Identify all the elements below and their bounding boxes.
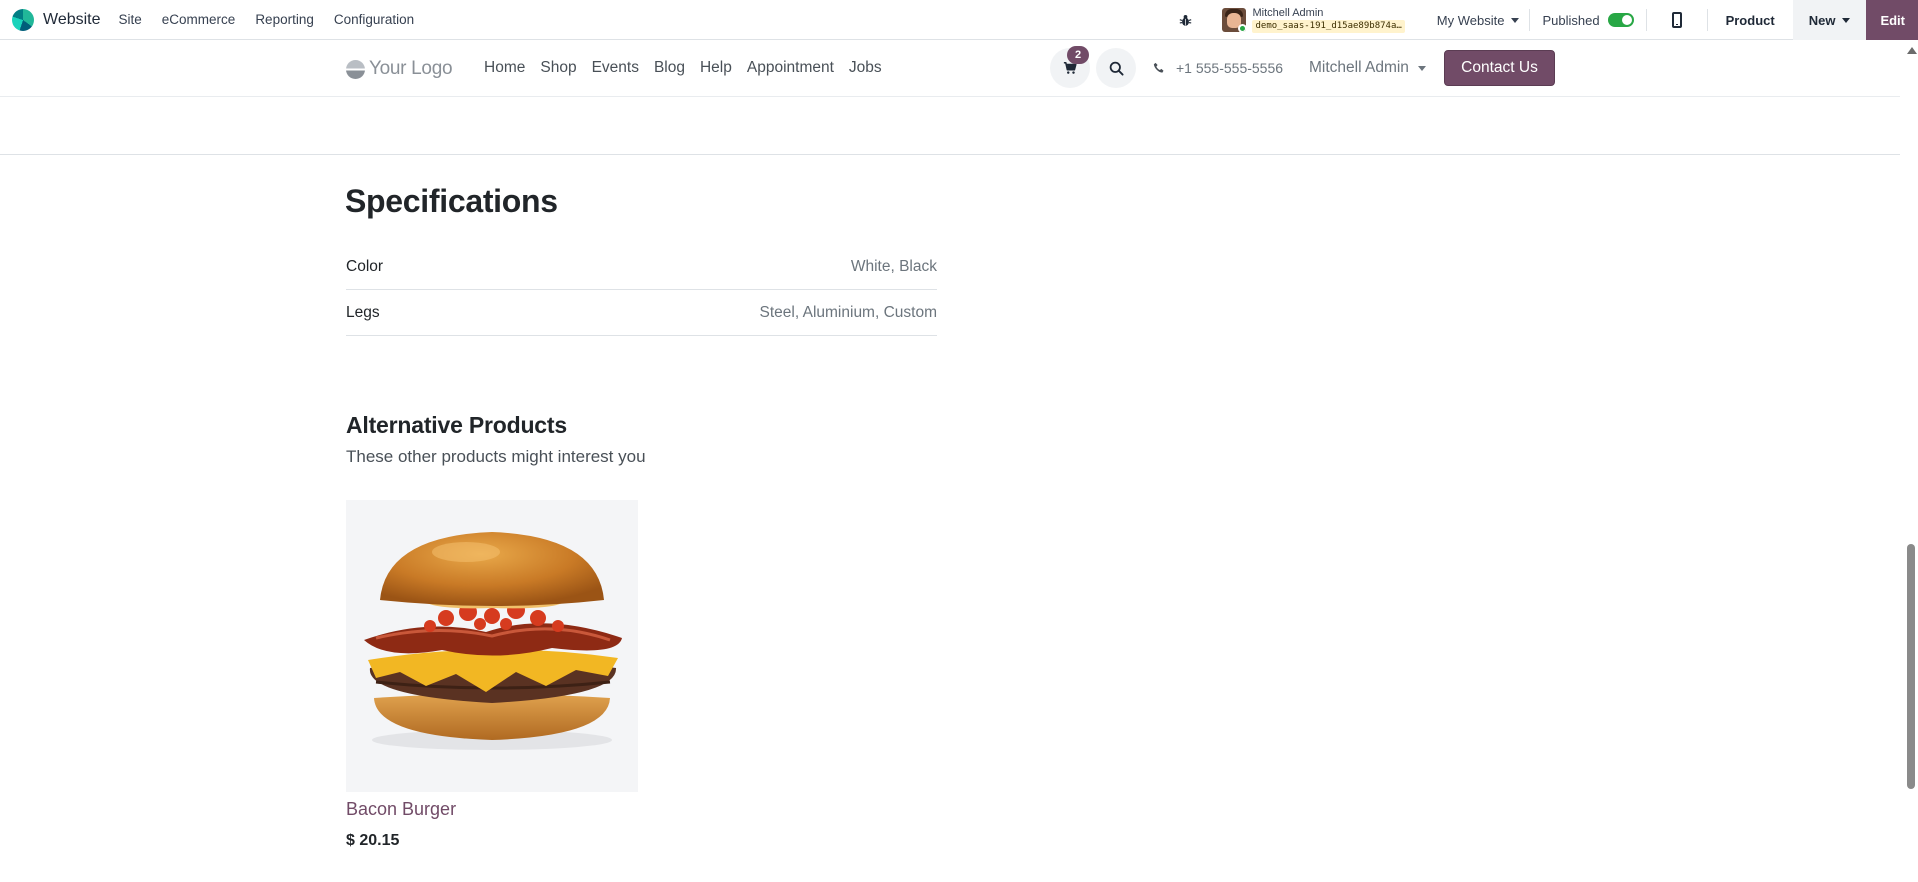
spec-value: White, Black: [850, 257, 937, 275]
spec-row: Color White, Black: [346, 244, 937, 290]
database-name: demo_saas-191_d15ae89b874a…: [1252, 20, 1405, 33]
app-name: Website: [43, 10, 101, 28]
cart-button[interactable]: 2: [1050, 46, 1090, 88]
product-price: $ 20.15: [346, 832, 400, 849]
phone-number: +1 555-555-5556: [1176, 60, 1284, 76]
website-header: Your Logo Home Shop Events Blog Help App…: [0, 41, 1900, 97]
spec-key: Color: [346, 257, 384, 275]
admin-navbar-right: Mitchell Admin demo_saas-191_d15ae89b874…: [1170, 0, 1918, 40]
scrollbar-thumb[interactable]: [1907, 544, 1915, 789]
contact-us-button[interactable]: Contact Us: [1444, 50, 1555, 86]
caret-down-icon: [1842, 17, 1851, 23]
website-user-menu[interactable]: Mitchell Admin: [1309, 59, 1426, 77]
bug-icon: [1179, 14, 1192, 26]
online-status-dot: [1238, 24, 1247, 32]
debug-bug-icon[interactable]: [1170, 14, 1200, 27]
menu-configuration[interactable]: Configuration: [324, 0, 424, 39]
nav-home[interactable]: Home: [484, 59, 525, 77]
app-switcher[interactable]: Website: [12, 8, 101, 31]
scroll-up-arrow-icon[interactable]: [1907, 47, 1917, 54]
website-switcher-label: My Website: [1436, 12, 1505, 28]
nav-shop[interactable]: Shop: [540, 59, 576, 77]
nav-blog[interactable]: Blog: [654, 59, 685, 77]
website-switcher[interactable]: My Website: [1427, 13, 1530, 28]
mobile-preview-button[interactable]: [1647, 0, 1707, 40]
burger-image: [364, 532, 622, 750]
spec-row: Legs Steel, Aluminium, Custom: [346, 290, 937, 336]
search-button[interactable]: [1096, 48, 1136, 88]
user-menu-admin[interactable]: Mitchell Admin demo_saas-191_d15ae89b874…: [1222, 7, 1405, 33]
section-divider: [0, 154, 1900, 155]
phone-icon: [1153, 62, 1164, 73]
site-logo[interactable]: Your Logo: [346, 58, 453, 80]
caret-down-icon: [1417, 65, 1426, 71]
published-toggle[interactable]: [1607, 13, 1634, 27]
menu-reporting[interactable]: Reporting: [245, 0, 324, 39]
admin-user-name: Mitchell Admin: [1252, 7, 1324, 19]
admin-navbar-left: Website Site eCommerce Reporting Configu…: [0, 0, 424, 39]
phone-link[interactable]: +1 555-555-5556: [1153, 60, 1283, 76]
specifications-table: Color White, Black Legs Steel, Aluminium…: [346, 244, 937, 336]
website-user-name: Mitchell Admin: [1309, 59, 1409, 76]
nav-help[interactable]: Help: [700, 59, 732, 77]
spec-key: Legs: [346, 303, 380, 321]
specifications-title: Specifications: [345, 183, 558, 219]
alternative-products-title: Alternative Products: [346, 412, 567, 438]
edit-button[interactable]: Edit: [1866, 0, 1918, 40]
new-button[interactable]: New: [1792, 0, 1867, 40]
menu-ecommerce[interactable]: eCommerce: [152, 0, 246, 39]
publish-toggle-group: Published: [1530, 13, 1645, 28]
product-name[interactable]: Bacon Burger: [346, 799, 456, 820]
avatar: [1222, 8, 1247, 32]
published-label: Published: [1542, 12, 1600, 28]
page-scrollbar[interactable]: [1904, 41, 1918, 882]
alternative-products-subtitle: These other products might interest you: [346, 447, 646, 466]
admin-navbar: Website Site eCommerce Reporting Configu…: [0, 0, 1918, 40]
nav-appointment[interactable]: Appointment: [747, 59, 834, 77]
menu-site[interactable]: Site: [109, 0, 152, 39]
nav-jobs[interactable]: Jobs: [849, 59, 882, 77]
logo-mark-icon: [346, 59, 365, 79]
product-button[interactable]: Product: [1708, 0, 1793, 40]
mobile-phone-icon: [1671, 12, 1682, 28]
caret-down-icon: [1511, 17, 1520, 23]
search-icon: [1109, 61, 1124, 76]
spec-value: Steel, Aluminium, Custom: [759, 303, 937, 321]
product-card[interactable]: Bacon Burger $ 20.15: [346, 500, 638, 849]
new-button-label: New: [1808, 12, 1836, 28]
main-nav: Home Shop Events Blog Help Appointment J…: [484, 59, 897, 77]
logo-text: Your Logo: [369, 58, 453, 79]
nav-events[interactable]: Events: [592, 59, 639, 77]
cart-count-badge: 2: [1067, 46, 1089, 64]
website-app-icon: [12, 8, 34, 31]
product-image[interactable]: [346, 500, 638, 792]
